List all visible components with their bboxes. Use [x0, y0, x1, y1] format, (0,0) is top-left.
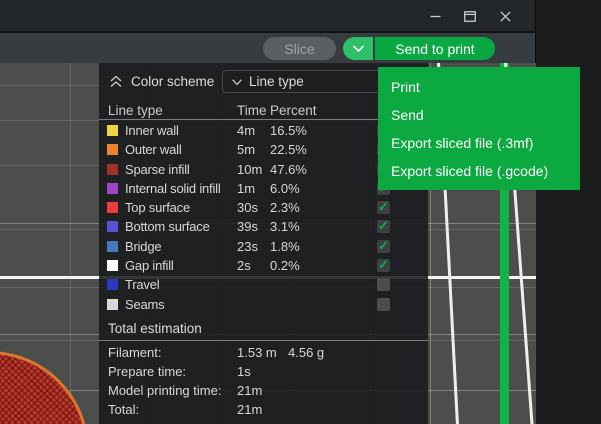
menu-item[interactable]: Print — [378, 73, 580, 101]
line-type-label: Inner wall — [125, 123, 179, 138]
send-to-print-button[interactable]: Send to print — [375, 37, 495, 60]
table-row: Bottom surface 39s 3.1% — [99, 217, 428, 236]
line-type-color-swatch — [107, 221, 118, 232]
line-type-label: Internal solid infill — [125, 181, 221, 196]
line-type-color-swatch — [107, 125, 118, 136]
close-button[interactable] — [494, 5, 516, 27]
toolbar: Slice Send to print — [0, 33, 535, 63]
total-estimation-title: Total estimation — [108, 321, 202, 336]
minimize-button[interactable] — [424, 5, 446, 27]
table-row: Top surface 30s 2.3% — [99, 198, 428, 217]
line-type-color-swatch — [107, 202, 118, 213]
line-type-visibility-checkbox[interactable] — [377, 278, 390, 291]
panel-title: Color scheme — [131, 74, 214, 89]
line-type-label: Top surface — [125, 200, 190, 215]
line-type-time: 39s — [237, 219, 258, 234]
line-type-color-swatch — [107, 164, 118, 175]
estimation-row: Prepare time: 1s — [99, 362, 428, 381]
print-dropdown-toggle[interactable] — [343, 37, 373, 60]
line-type-percent: 16.5% — [270, 123, 307, 138]
menu-item[interactable]: Export sliced file (.gcode) — [378, 157, 580, 185]
line-type-color-swatch — [107, 183, 118, 194]
line-type-time: 4m — [237, 123, 255, 138]
titlebar — [0, 0, 535, 33]
line-type-percent: 47.6% — [270, 162, 307, 177]
line-type-percent: 3.1% — [270, 219, 300, 234]
line-type-label: Bridge — [125, 239, 161, 254]
line-type-time: 10m — [237, 162, 262, 177]
menu-item[interactable]: Export sliced file (.3mf) — [378, 129, 580, 157]
color-scheme-select-value: Line type — [249, 74, 304, 89]
maximize-icon — [464, 11, 476, 22]
line-type-color-swatch — [107, 299, 118, 310]
line-type-time: 1m — [237, 181, 255, 196]
table-row: Travel — [99, 275, 428, 294]
line-type-percent: 2.3% — [270, 200, 300, 215]
line-type-color-swatch — [107, 144, 118, 155]
line-type-visibility-checkbox[interactable] — [377, 298, 390, 311]
estimation-value: 21m — [237, 383, 262, 398]
app-window: Slice Send to print — [0, 0, 536, 424]
column-header-time: Time — [237, 103, 267, 118]
line-type-visibility-checkbox[interactable] — [377, 220, 390, 233]
estimation-value: 21m — [237, 402, 262, 417]
sliced-model-top-view — [0, 351, 89, 424]
line-type-percent: 0.2% — [270, 258, 300, 273]
line-type-color-swatch — [107, 260, 118, 271]
estimation-value-2: 4.56 g — [288, 345, 324, 360]
estimation-label: Prepare time: — [108, 364, 186, 379]
estimation-label: Total: — [108, 402, 139, 417]
minimize-icon — [430, 11, 441, 22]
line-type-color-swatch — [107, 279, 118, 290]
chevron-down-icon — [232, 74, 242, 89]
table-row: Seams — [99, 295, 428, 314]
line-type-visibility-checkbox[interactable] — [377, 259, 390, 272]
line-type-percent: 1.8% — [270, 239, 300, 254]
app-screen: Slice Send to print — [0, 0, 601, 424]
line-type-percent: 22.5% — [270, 142, 307, 157]
column-header-line-type: Line type — [108, 103, 163, 118]
total-estimation-rows: Filament: 1.53 m 4.56 g Prepare time: 1s… — [99, 343, 428, 419]
divider — [99, 340, 428, 341]
line-type-visibility-checkbox[interactable] — [377, 201, 390, 214]
estimation-value: 1.53 m — [237, 345, 277, 360]
estimation-row: Filament: 1.53 m 4.56 g — [99, 343, 428, 362]
send-to-print-menu: Print Send Export sliced file (.3mf) Exp… — [378, 67, 580, 190]
grid-line — [70, 63, 71, 424]
line-type-label: Sparse infill — [125, 162, 190, 177]
estimation-label: Filament: — [108, 345, 161, 360]
line-type-label: Travel — [125, 277, 159, 292]
line-type-time: 5m — [237, 142, 255, 157]
estimation-label: Model printing time: — [108, 383, 221, 398]
line-type-label: Gap infill — [125, 258, 174, 273]
line-type-label: Seams — [125, 297, 164, 312]
line-type-label: Outer wall — [125, 142, 182, 157]
menu-item[interactable]: Send — [378, 101, 580, 129]
line-type-time: 23s — [237, 239, 258, 254]
column-header-percent: Percent — [270, 103, 317, 118]
line-type-time: 2s — [237, 258, 251, 273]
chevron-down-icon — [353, 41, 364, 56]
table-row: Bridge 23s 1.8% — [99, 237, 428, 256]
table-row: Gap infill 2s 0.2% — [99, 256, 428, 275]
maximize-button[interactable] — [459, 5, 481, 27]
slice-button[interactable]: Slice — [263, 37, 336, 60]
estimation-value: 1s — [237, 364, 251, 379]
double-chevron-up-icon — [109, 76, 123, 91]
line-type-percent: 6.0% — [270, 181, 300, 196]
collapse-panel-button[interactable] — [107, 75, 125, 91]
line-type-label: Bottom surface — [125, 219, 210, 234]
estimation-row: Total: 21m — [99, 400, 428, 419]
line-type-time: 30s — [237, 200, 258, 215]
close-icon — [500, 11, 511, 22]
line-type-visibility-checkbox[interactable] — [377, 240, 390, 253]
line-type-color-swatch — [107, 241, 118, 252]
estimation-row: Model printing time: 21m — [99, 381, 428, 400]
